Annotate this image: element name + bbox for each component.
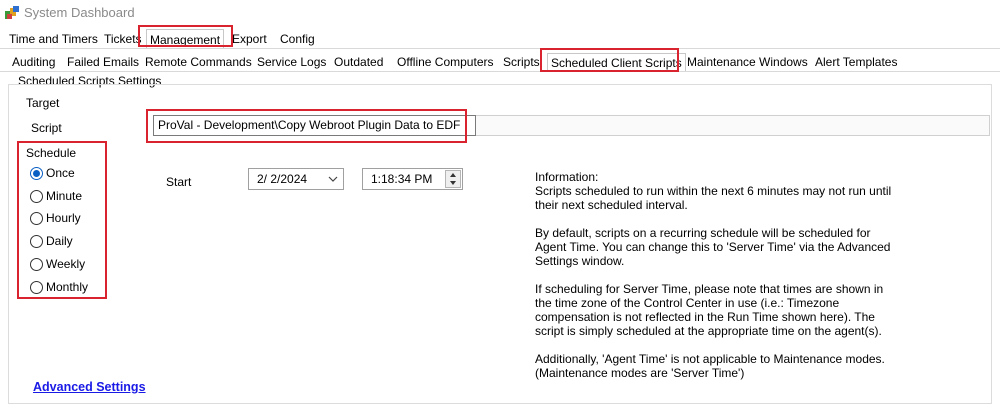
info-line: (Maintenance modes are 'Server Time') bbox=[535, 366, 745, 380]
menu-tab-time-and-timers[interactable]: Time and Timers bbox=[6, 29, 101, 49]
target-label: Target bbox=[24, 96, 62, 110]
advanced-settings-link[interactable]: Advanced Settings bbox=[33, 380, 146, 394]
subtab-offline-computers[interactable]: Offline Computers bbox=[394, 53, 497, 72]
info-line: By default, scripts on a recurring sched… bbox=[535, 226, 871, 240]
subtab-scheduled-client-scripts[interactable]: Scheduled Client Scripts bbox=[547, 53, 686, 72]
menu-tab-management[interactable]: Management bbox=[146, 29, 225, 49]
info-line: compensation is not reflected in the Run… bbox=[535, 310, 875, 324]
menu-tab-tickets[interactable]: Tickets bbox=[101, 29, 145, 49]
start-time-picker[interactable]: 1:18:34 PM bbox=[362, 168, 463, 190]
menu-divider bbox=[0, 48, 1000, 49]
info-heading: Information: bbox=[535, 170, 599, 184]
schedule-option-daily[interactable]: Daily bbox=[30, 232, 73, 250]
schedule-option-weekly[interactable]: Weekly bbox=[30, 255, 85, 273]
subtab-service-logs[interactable]: Service Logs bbox=[254, 53, 329, 72]
subtab-maintenance-windows[interactable]: Maintenance Windows bbox=[684, 53, 811, 72]
spin-up-icon[interactable] bbox=[446, 171, 460, 179]
script-field-extension bbox=[476, 115, 990, 136]
menu-tab-export[interactable]: Export bbox=[229, 29, 270, 49]
info-line: Additionally, 'Agent Time' is not applic… bbox=[535, 352, 885, 366]
dashboard-app-icon bbox=[5, 6, 19, 19]
radio-once-icon[interactable] bbox=[30, 166, 43, 180]
radio-monthly-icon[interactable] bbox=[30, 280, 43, 294]
schedule-option-once[interactable]: Once bbox=[30, 164, 75, 182]
menu-tab-config[interactable]: Config bbox=[277, 29, 318, 49]
schedule-option-minute[interactable]: Minute bbox=[30, 187, 82, 205]
script-field[interactable]: ProVal - Development\Copy Webroot Plugin… bbox=[153, 115, 476, 136]
script-label: Script bbox=[31, 121, 62, 135]
schedule-label: Schedule bbox=[26, 146, 77, 160]
time-spinner[interactable] bbox=[445, 170, 461, 188]
subtab-auditing[interactable]: Auditing bbox=[9, 53, 58, 72]
info-line: Agent Time. You can change this to 'Serv… bbox=[535, 240, 891, 254]
radio-hourly-icon[interactable] bbox=[30, 211, 43, 225]
subtab-remote-commands[interactable]: Remote Commands bbox=[142, 53, 255, 72]
info-line: Scripts scheduled to run within the next… bbox=[535, 184, 892, 198]
start-time-value: 1:18:34 PM bbox=[371, 172, 433, 186]
schedule-option-hourly[interactable]: Hourly bbox=[30, 209, 81, 227]
window-title: System Dashboard bbox=[24, 5, 135, 20]
info-line: Settings window. bbox=[535, 254, 625, 268]
radio-daily-icon[interactable] bbox=[30, 234, 43, 248]
radio-minute-icon[interactable] bbox=[30, 189, 43, 203]
info-line: the time zone of the Control Center in u… bbox=[535, 296, 840, 310]
subtab-failed-emails[interactable]: Failed Emails bbox=[64, 53, 142, 72]
radio-weekly-icon[interactable] bbox=[30, 257, 43, 271]
subtab-scripts[interactable]: Scripts bbox=[500, 53, 543, 72]
start-date-picker[interactable]: 2/ 2/2024 bbox=[248, 168, 344, 190]
subtab-alert-templates[interactable]: Alert Templates bbox=[812, 53, 900, 72]
start-date-value: 2/ 2/2024 bbox=[257, 172, 308, 186]
info-line: their next scheduled interval. bbox=[535, 198, 688, 212]
info-line: If scheduling for Server Time, please no… bbox=[535, 282, 884, 296]
subtab-outdated[interactable]: Outdated bbox=[331, 53, 386, 72]
subtab-divider bbox=[0, 71, 1000, 72]
info-line: script is simply scheduled at the approp… bbox=[535, 324, 882, 338]
schedule-option-monthly[interactable]: Monthly bbox=[30, 278, 88, 296]
chevron-down-icon[interactable] bbox=[327, 169, 339, 189]
start-label: Start bbox=[166, 175, 192, 189]
spin-down-icon[interactable] bbox=[446, 179, 460, 187]
title-bar: System Dashboard bbox=[0, 0, 1000, 26]
